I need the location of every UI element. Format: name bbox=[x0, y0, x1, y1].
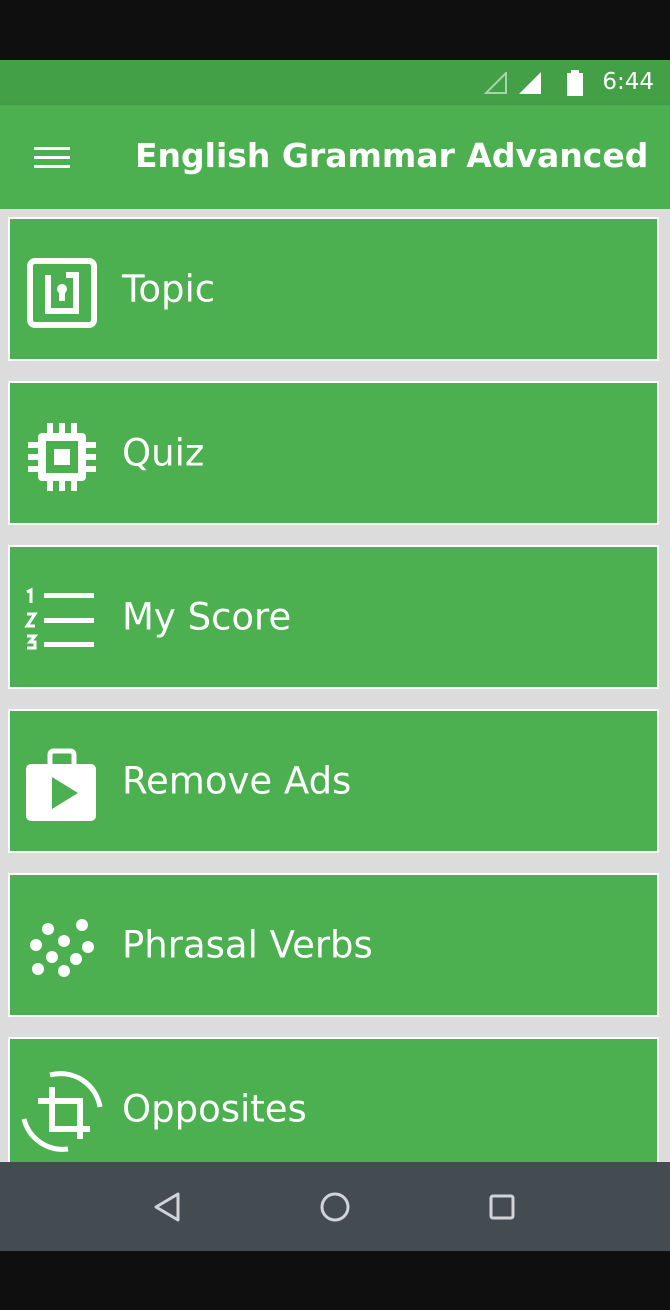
menu-item-quiz[interactable]: Quiz bbox=[8, 381, 659, 525]
app-bar: English Grammar Advanced bbox=[0, 105, 670, 209]
numbered-list-icon bbox=[24, 587, 94, 650]
signal-full-icon bbox=[519, 72, 541, 94]
status-time: 6:44 bbox=[602, 69, 654, 95]
nfc-box-icon bbox=[27, 258, 97, 328]
menu-item-label: Topic bbox=[122, 267, 216, 311]
menu-item-label: My Score bbox=[122, 595, 292, 639]
home-button[interactable] bbox=[310, 1184, 360, 1230]
app-title: English Grammar Advanced bbox=[135, 136, 649, 175]
menu-item-label: Remove Ads bbox=[122, 759, 352, 803]
status-bar: 6:44 bbox=[0, 60, 670, 105]
play-store-icon bbox=[26, 748, 96, 821]
menu-item-opposites[interactable]: Opposites bbox=[8, 1037, 659, 1162]
menu-item-remove-ads[interactable]: Remove Ads bbox=[8, 709, 659, 853]
back-icon bbox=[154, 1192, 180, 1222]
battery-icon bbox=[567, 70, 583, 96]
back-button[interactable] bbox=[143, 1184, 193, 1230]
menu-list: Topic Quiz My Score Remove Ads Phrasal V… bbox=[0, 209, 670, 1162]
crop-rotate-icon bbox=[21, 1071, 103, 1152]
menu-item-label: Opposites bbox=[122, 1087, 307, 1131]
home-icon bbox=[320, 1192, 350, 1222]
menu-item-label: Quiz bbox=[122, 431, 205, 475]
chip-icon bbox=[28, 423, 96, 491]
bottom-bezel bbox=[0, 1251, 670, 1310]
recents-button[interactable] bbox=[477, 1184, 527, 1230]
menu-item-phrasal-verbs[interactable]: Phrasal Verbs bbox=[8, 873, 659, 1017]
dots-pattern-icon bbox=[30, 919, 94, 977]
signal-outline-icon bbox=[484, 72, 507, 94]
hamburger-menu-icon bbox=[34, 147, 70, 168]
menu-item-my-score[interactable]: My Score bbox=[8, 545, 659, 689]
menu-button[interactable] bbox=[24, 135, 80, 179]
menu-item-label: Phrasal Verbs bbox=[122, 923, 373, 967]
recents-icon bbox=[489, 1194, 515, 1220]
top-bezel bbox=[0, 0, 670, 60]
navigation-bar bbox=[0, 1162, 670, 1251]
menu-item-topic[interactable]: Topic bbox=[8, 217, 659, 361]
